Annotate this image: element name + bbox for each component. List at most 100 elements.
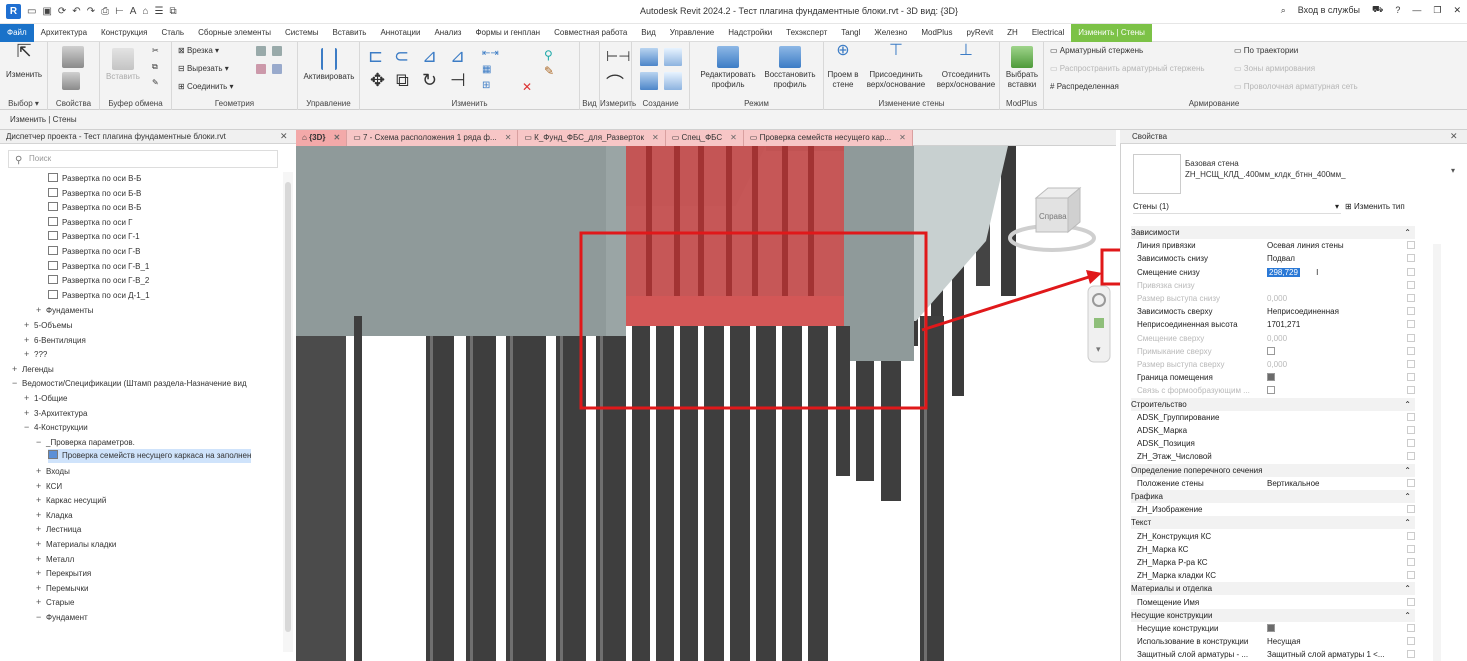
collapse-icon[interactable]: − bbox=[36, 435, 46, 449]
dimension-icon[interactable]: ⌒ bbox=[606, 70, 624, 96]
associate-parameter-button[interactable] bbox=[1407, 505, 1415, 514]
property-row[interactable]: Защитный слой арматуры - ... Защитный сло… bbox=[1131, 648, 1415, 661]
collapse-category-icon[interactable]: ⌃ bbox=[1404, 516, 1411, 529]
associate-parameter-button[interactable] bbox=[1407, 346, 1415, 355]
collapse-category-icon[interactable]: ⌃ bbox=[1404, 490, 1411, 503]
scale-icon[interactable]: ⊞ bbox=[482, 80, 490, 91]
property-category[interactable]: Графика ⌃ bbox=[1131, 490, 1415, 503]
view-sheet-icon[interactable] bbox=[48, 289, 58, 299]
collapse-category-icon[interactable]: ⌃ bbox=[1404, 464, 1411, 477]
property-value[interactable] bbox=[1267, 345, 1275, 358]
type-selector[interactable]: Базовая стена ZH_НСЩ_КЛД_.400мм_клдк_бтн… bbox=[1185, 158, 1346, 180]
type-properties-button[interactable] bbox=[62, 72, 80, 92]
rotate-icon[interactable]: ↻ bbox=[422, 70, 437, 91]
cut-icon[interactable]: ✂ bbox=[152, 46, 159, 55]
tree-item[interactable]: +1-Общие bbox=[24, 391, 67, 405]
split-face-icon[interactable] bbox=[272, 46, 282, 56]
tree-item[interactable]: +??? bbox=[24, 347, 47, 361]
ribbon-tab-14[interactable]: Техэксперт bbox=[779, 24, 834, 42]
cutout-button[interactable]: ⊟ Вырезать ▾ bbox=[178, 64, 229, 73]
tree-item[interactable]: + Каркас несущий bbox=[36, 493, 106, 507]
delete-icon[interactable]: ✕ bbox=[522, 80, 532, 94]
property-category[interactable]: Строительство ⌃ bbox=[1131, 397, 1415, 411]
property-row[interactable]: Зависимость сверху Неприсоединенная bbox=[1131, 305, 1415, 318]
edit-type-button[interactable]: ⊞ Изменить тип bbox=[1345, 200, 1405, 214]
group-label-select[interactable]: Выбор ▾ bbox=[0, 99, 47, 108]
copy-element-icon[interactable]: ⧉ bbox=[396, 70, 409, 91]
tree-item[interactable]: − _Проверка параметров. bbox=[36, 435, 135, 449]
property-row[interactable]: ZH_Этаж_Числовой bbox=[1131, 450, 1415, 463]
mirror-axis-icon[interactable]: ⊿ bbox=[422, 46, 437, 67]
ribbon-tab-13[interactable]: Надстройки bbox=[721, 24, 779, 42]
associate-parameter-button[interactable] bbox=[1407, 426, 1415, 434]
redo-icon[interactable]: ↷ bbox=[87, 6, 95, 17]
browser-scrollbar[interactable] bbox=[283, 172, 293, 652]
property-value[interactable]: Неприсоединенная bbox=[1267, 305, 1339, 318]
paste-button[interactable]: Вставить bbox=[106, 48, 140, 82]
associate-parameter-button[interactable] bbox=[1407, 280, 1415, 289]
restore-profile-button[interactable]: Восстановить профиль bbox=[760, 46, 820, 90]
associate-parameter-button[interactable] bbox=[1407, 558, 1415, 566]
property-row[interactable]: Линия привязки Осевая линия стены bbox=[1131, 239, 1415, 252]
associate-parameter-button[interactable] bbox=[1407, 360, 1415, 368]
tree-item[interactable]: + Перемычки bbox=[36, 581, 88, 595]
reinf-area-button[interactable]: ▭ Зоны армирования bbox=[1234, 64, 1315, 73]
tree-item[interactable]: Развертка по оси Д-1_1 bbox=[48, 289, 150, 303]
expand-icon[interactable]: + bbox=[36, 537, 46, 551]
ribbon-tab-17[interactable]: ModPlus bbox=[914, 24, 959, 42]
property-row[interactable]: Привязка снизу bbox=[1131, 279, 1415, 292]
ribbon-tab-15[interactable]: Tangl bbox=[834, 24, 867, 42]
checkbox[interactable] bbox=[1267, 624, 1275, 632]
property-row[interactable]: Смещение снизу 298,729 I bbox=[1131, 266, 1415, 279]
associate-parameter-button[interactable] bbox=[1407, 597, 1415, 606]
view-sheet-icon[interactable] bbox=[48, 173, 58, 182]
close-icon[interactable]: ✕ bbox=[1453, 5, 1461, 16]
login-button[interactable]: Вход в службы bbox=[1298, 5, 1360, 15]
associate-parameter-button[interactable] bbox=[1407, 531, 1415, 540]
property-row[interactable]: ZH_Марка кладки КС bbox=[1131, 569, 1415, 582]
rebar-button[interactable]: ▭ Арматурный стержень bbox=[1050, 46, 1143, 55]
property-row[interactable]: Связь с формообразующим ... bbox=[1131, 384, 1415, 397]
tree-item[interactable]: + Легенды bbox=[12, 362, 54, 376]
wall-joins-icon[interactable] bbox=[256, 46, 266, 56]
property-category[interactable]: Текст ⌃ bbox=[1131, 516, 1415, 530]
tree-item[interactable]: + Лестница bbox=[36, 522, 81, 536]
view-sheet-icon[interactable] bbox=[48, 187, 58, 197]
properties-scrollbar[interactable] bbox=[1433, 244, 1441, 661]
tree-item[interactable]: + КСИ bbox=[36, 479, 62, 493]
expand-icon[interactable]: + bbox=[24, 318, 34, 332]
switch-windows-icon[interactable]: ⧉ bbox=[169, 6, 176, 17]
pin-icon[interactable]: ⚲ bbox=[544, 48, 553, 62]
tree-item[interactable]: − Фундамент bbox=[36, 610, 88, 624]
property-value[interactable]: 0,000 bbox=[1267, 332, 1287, 345]
ribbon-tab-12[interactable]: Управление bbox=[663, 24, 721, 42]
match-icon[interactable]: ✎ bbox=[152, 78, 159, 87]
expand-icon[interactable]: + bbox=[24, 391, 34, 405]
ribbon-tab-20[interactable]: Electrical bbox=[1025, 24, 1071, 42]
property-row[interactable]: Смещение сверху 0,000 bbox=[1131, 332, 1415, 345]
activate-button[interactable]: Активировать bbox=[302, 48, 356, 82]
expand-icon[interactable]: + bbox=[36, 493, 46, 507]
property-row[interactable]: Положение стены Вертикальное bbox=[1131, 477, 1415, 490]
tree-item[interactable]: +3-Архитектура bbox=[24, 406, 87, 420]
property-row[interactable]: Примыкание сверху bbox=[1131, 345, 1415, 358]
tree-item[interactable]: + Фундаменты bbox=[36, 303, 93, 317]
ribbon-tab-19[interactable]: ZH bbox=[1000, 24, 1025, 42]
tree-item[interactable]: Развертка по оси В-Б bbox=[48, 172, 141, 186]
property-row[interactable]: ADSK_Группирование bbox=[1131, 411, 1415, 424]
tree-item[interactable]: +6-Вентиляция bbox=[24, 333, 86, 347]
associate-parameter-button[interactable] bbox=[1407, 241, 1415, 250]
print-icon[interactable]: ⎙ bbox=[101, 6, 109, 17]
view-sheet-icon[interactable] bbox=[48, 275, 58, 285]
distributed-button[interactable]: # Распределенная bbox=[1050, 82, 1119, 91]
paint-icon[interactable] bbox=[256, 64, 266, 74]
checkbox[interactable] bbox=[1267, 346, 1275, 355]
measure-icon[interactable]: ⊢ bbox=[115, 6, 124, 17]
expand-icon[interactable]: + bbox=[12, 362, 22, 376]
home-3d-icon[interactable]: ⌂ bbox=[142, 6, 148, 17]
view-sheet-icon[interactable] bbox=[48, 260, 58, 270]
property-value[interactable]: Подвал bbox=[1267, 252, 1295, 265]
view-tab-3[interactable]: ▭ Спец_ФБС ✕ bbox=[665, 130, 744, 146]
expand-icon[interactable]: + bbox=[36, 508, 46, 522]
collapse-category-icon[interactable]: ⌃ bbox=[1404, 582, 1411, 595]
